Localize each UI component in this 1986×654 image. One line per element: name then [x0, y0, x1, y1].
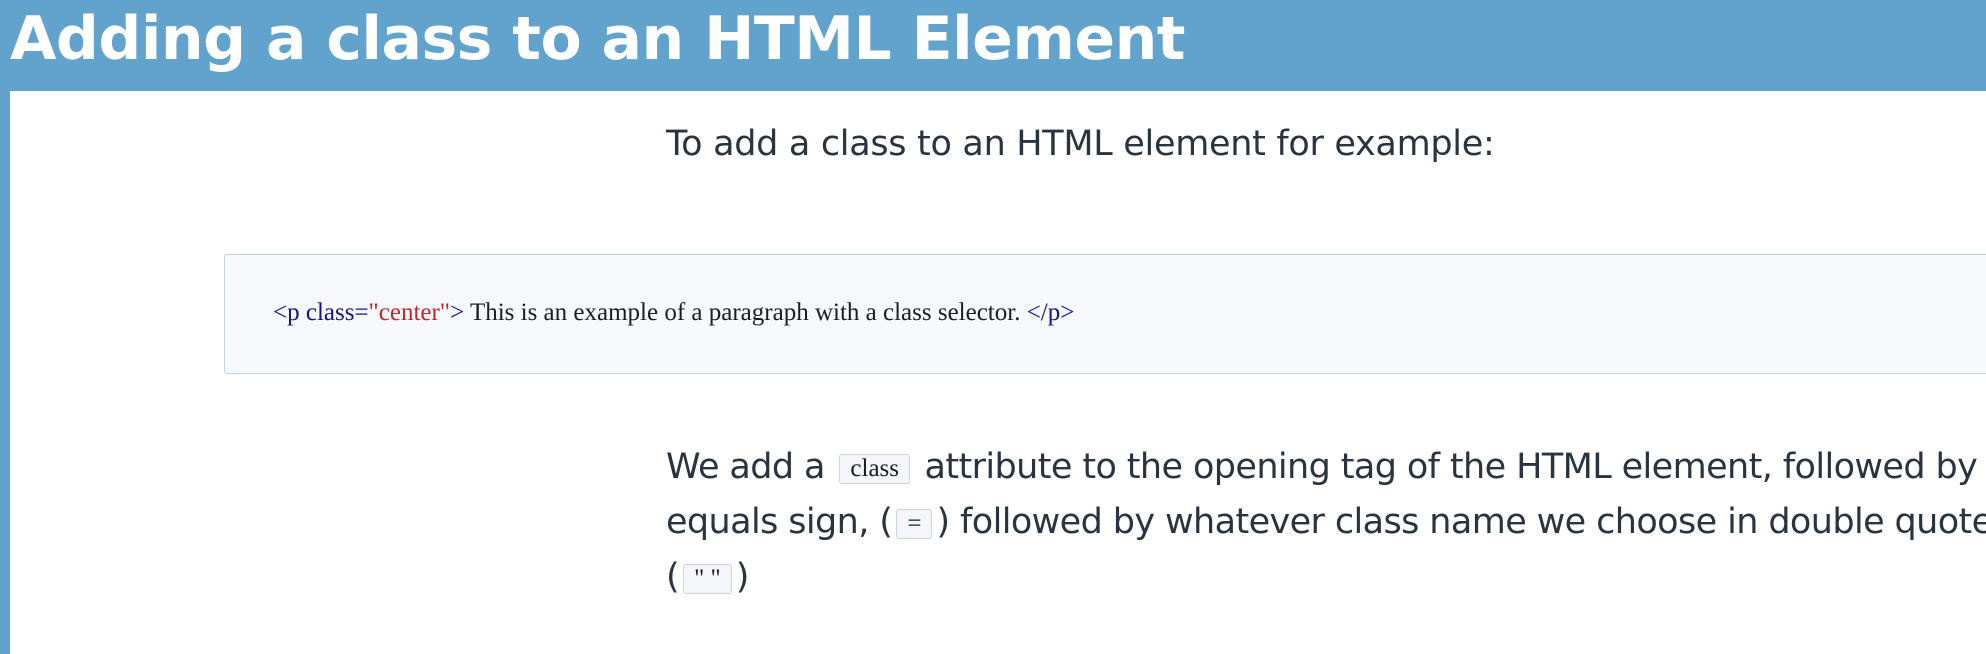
page: Adding a class to an HTML Element To add… — [0, 0, 1986, 654]
code-line: <p class="center"> This is an example of… — [273, 297, 1074, 329]
explanation-text-2: attribute to the opening tag of the HTML… — [924, 447, 1986, 487]
left-accent-rule — [0, 0, 10, 654]
inline-code-class: class — [839, 454, 911, 484]
explanation-text-4: ) followed by whatever class name we cho… — [936, 502, 1986, 542]
explanation-line-3: (" ") — [666, 550, 1976, 605]
code-content: This is an example of a paragraph with a… — [464, 299, 1027, 326]
code-close-tag: </p> — [1026, 299, 1075, 326]
code-attribute-value: "center" — [368, 299, 451, 326]
code-open-tag-start: <p class= — [273, 299, 369, 326]
inline-code-quotes: " " — [683, 564, 732, 594]
explanation-text-5: ( — [666, 557, 680, 597]
explanation-text-3: equals sign, ( — [666, 502, 893, 542]
header-bar: Adding a class to an HTML Element — [0, 0, 1986, 91]
page-title: Adding a class to an HTML Element — [10, 4, 1185, 74]
inline-code-equals: = — [896, 509, 933, 539]
explanation-line-2: equals sign, (=) followed by whatever cl… — [666, 495, 1986, 550]
explanation-line-1: We add a class attribute to the opening … — [666, 440, 1986, 495]
explanation-text-6: ) — [735, 557, 750, 597]
code-open-tag-end: > — [450, 299, 465, 326]
intro-text: To add a class to an HTML element for ex… — [666, 124, 1495, 164]
explanation-paragraph: We add a class attribute to the opening … — [666, 440, 1986, 605]
code-example-block: <p class="center"> This is an example of… — [224, 254, 1986, 374]
explanation-text-1: We add a — [666, 447, 825, 487]
